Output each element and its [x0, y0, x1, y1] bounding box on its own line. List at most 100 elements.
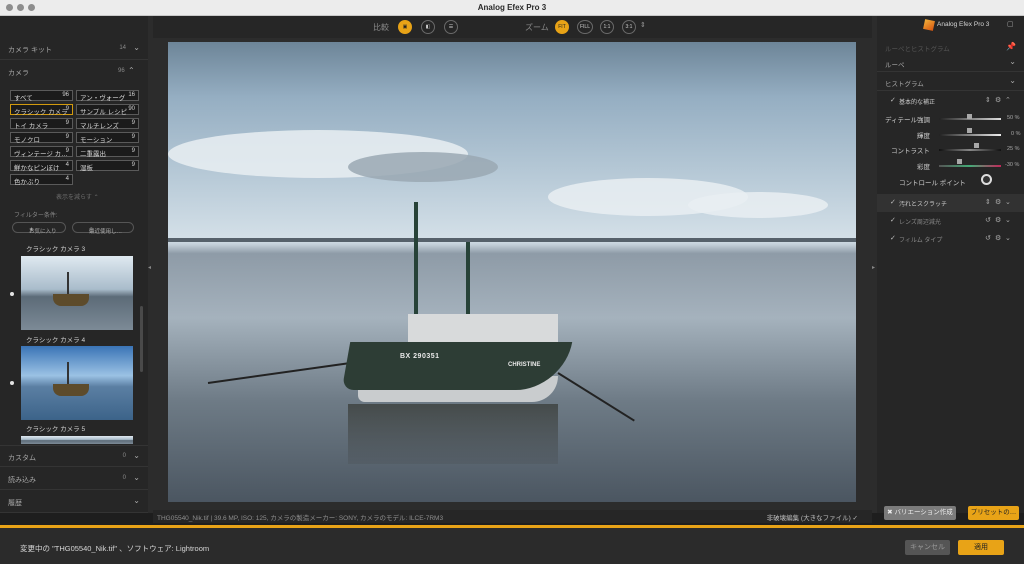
film-type-row[interactable]: ✓ フィルム タイプ ↺ ⚙ ⌄ [877, 230, 1024, 248]
favorite-dot-icon[interactable] [10, 292, 14, 296]
preset-name: クラシック カメラ 5 [26, 426, 86, 433]
presets-scrollbar[interactable] [140, 306, 143, 372]
category-chip[interactable]: サンプル レシピ 90 [76, 104, 139, 116]
show-less-link[interactable]: 表示を減らす ⌃ [56, 192, 99, 201]
chevron-down-icon[interactable]: ⌄ [133, 451, 140, 460]
dust-scratches-row[interactable]: ✓ 汚れとスクラッチ ⇕ ⚙ ⌄ [877, 194, 1024, 212]
chevron-down-icon[interactable]: ⌄ [1005, 234, 1011, 242]
chevron-down-icon[interactable]: ⌄ [133, 496, 140, 505]
control-point-label: コントロール ポイント [899, 180, 966, 187]
save-preset-button[interactable]: プリセットの… [968, 506, 1019, 520]
triangle-right-icon: ▸ [872, 265, 876, 271]
reset-icon[interactable]: ⚙ [995, 198, 1001, 206]
checkbox-checked-icon[interactable]: ✓ [890, 198, 896, 206]
preset-thumbnail-classic-camera-5[interactable] [21, 346, 133, 420]
reset-icon[interactable]: ↺ [985, 216, 991, 224]
category-chip[interactable]: アン・ヴォーグ 16 [76, 90, 139, 102]
category-count: 9 [65, 106, 69, 112]
gear-icon[interactable]: ⚙ [995, 216, 1001, 224]
category-count: 16 [128, 92, 135, 98]
cancel-button[interactable]: キャンセル [905, 540, 950, 555]
zoom-3-1-button[interactable]: 3:1 [622, 20, 636, 34]
category-chip[interactable]: 二重露出 9 [76, 146, 139, 158]
preset-thumbnail-classic-camera-3[interactable] [21, 256, 133, 330]
filter-recent-button[interactable]: ◷ 最近使用し… [72, 222, 134, 235]
category-chip[interactable]: 鮮かなピンぼけ 4 [10, 160, 73, 172]
contrast-slider[interactable] [939, 149, 1001, 151]
status-text: 変更中の "THG05540_Nik.tif" 、ソフトウェア: Lightro… [20, 544, 210, 553]
single-view-button[interactable]: ▣ [398, 20, 412, 34]
filter-favorites-button[interactable]: ★ お気に入り [12, 222, 66, 235]
import-row[interactable]: 読み込み 0 ⌄ [0, 468, 148, 490]
history-label: 履歴 [8, 500, 22, 507]
split-view-button[interactable]: ◧ [421, 20, 435, 34]
category-label: トイ カメラ [14, 123, 49, 130]
non-destructive-toggle[interactable]: 非破壊編集 (大きなファイル) ✓ [767, 512, 858, 522]
category-chip[interactable]: マルチレンズ 9 [76, 118, 139, 130]
boom-left [207, 361, 357, 384]
reset-icon[interactable]: ↺ [985, 234, 991, 242]
add-control-point-button[interactable] [981, 174, 992, 185]
chevron-down-icon[interactable]: ⌄ [1009, 57, 1016, 66]
category-chip[interactable]: 色かぶり 4 [10, 174, 73, 186]
boat-registration: BX 290351 [400, 353, 440, 360]
boom-right [557, 372, 635, 422]
category-chip[interactable]: 湿板 9 [76, 160, 139, 172]
chevron-down-icon[interactable]: ⌄ [133, 43, 140, 52]
filter-label: フィルター条件: [14, 213, 58, 219]
chevron-down-icon[interactable]: ⌄ [133, 473, 140, 482]
category-chip[interactable]: クラシック カメラ 9 [10, 104, 73, 116]
checkbox-checked-icon[interactable]: ✓ [890, 234, 896, 242]
histogram-row[interactable]: ヒストグラム ⌄ [877, 73, 1024, 91]
slider-thumb[interactable] [967, 128, 972, 133]
category-label: サンプル レシピ [80, 109, 128, 116]
speech-bubble-icon[interactable]: ▢ [1007, 20, 1014, 28]
zoom-fit-button[interactable]: FIT [555, 20, 569, 34]
preview-image[interactable]: BX 290351 CHRISTINE [168, 42, 856, 502]
category-chip[interactable]: トイ カメラ 9 [10, 118, 73, 130]
chevron-up-icon[interactable]: ⌃ [128, 66, 135, 75]
preset-name: クラシック カメラ 4 [26, 337, 86, 344]
category-count: 9 [65, 148, 69, 154]
slider-thumb[interactable] [957, 159, 962, 164]
cloud [688, 192, 828, 218]
custom-row[interactable]: カスタム 0 ⌄ [0, 445, 148, 467]
pin-icon[interactable]: 📌 [1006, 42, 1016, 51]
history-row[interactable]: 履歴 ⌄ [0, 491, 148, 513]
apply-button[interactable]: 適用 [958, 540, 1004, 555]
brightness-slider[interactable] [939, 134, 1001, 136]
reset-icon[interactable]: ⚙ [995, 96, 1001, 104]
camera-kit-row[interactable]: カメラ キット 14 ⌄ [0, 38, 148, 60]
checkbox-checked-icon[interactable]: ✓ [890, 96, 896, 104]
saturation-slider[interactable] [939, 165, 1001, 167]
stepper-icon[interactable]: ⇕ [985, 198, 991, 206]
vignette-row[interactable]: ✓ レンズ周辺減光 ↺ ⚙ ⌄ [877, 212, 1024, 230]
slider-thumb[interactable] [967, 114, 972, 119]
loupe-row[interactable]: ルーペ ⌄ [877, 54, 1024, 72]
adjustments-panel: Analog Efex Pro 3 ▢ ルーペとヒストグラム 📌 ルーペ ⌄ ヒ… [877, 16, 1024, 513]
triangle-left-icon: ◂ [148, 265, 152, 271]
category-chip[interactable]: モーション 9 [76, 132, 139, 144]
chevron-up-icon: ⌃ [93, 195, 99, 201]
category-chip[interactable]: モノクロ 9 [10, 132, 73, 144]
zoom-1-1-button[interactable]: 1:1 [600, 20, 614, 34]
favorite-dot-icon[interactable] [10, 381, 14, 385]
chevron-down-icon[interactable]: ⌄ [1009, 76, 1016, 85]
preset-thumbnail-next[interactable] [21, 436, 133, 444]
create-variations-button[interactable]: ✖ バリエーション作成 [884, 506, 956, 520]
zoom-stepper-icon[interactable]: ⇕ [640, 21, 646, 29]
gear-icon[interactable]: ⚙ [995, 234, 1001, 242]
chevron-down-icon[interactable]: ⌄ [1005, 198, 1011, 206]
chevron-down-icon[interactable]: ⌄ [1005, 216, 1011, 224]
zoom-label: ズーム [525, 23, 549, 32]
stepper-icon[interactable]: ⇕ [985, 96, 991, 104]
slider-thumb[interactable] [974, 143, 979, 148]
shoreline [168, 238, 856, 242]
side-by-side-view-button[interactable]: ☰ [444, 20, 458, 34]
category-chip[interactable]: ヴィンテージ カ… 9 [10, 146, 73, 158]
basic-adjustments-row[interactable]: ✓ 基本的な補正 ⇕ ⚙ ⌃ [877, 92, 1024, 110]
checkbox-checked-icon[interactable]: ✓ [890, 216, 896, 224]
category-chip[interactable]: すべて 96 [10, 90, 73, 102]
zoom-fill-button[interactable]: FILL [577, 20, 593, 34]
chevron-up-icon[interactable]: ⌃ [1005, 96, 1011, 104]
